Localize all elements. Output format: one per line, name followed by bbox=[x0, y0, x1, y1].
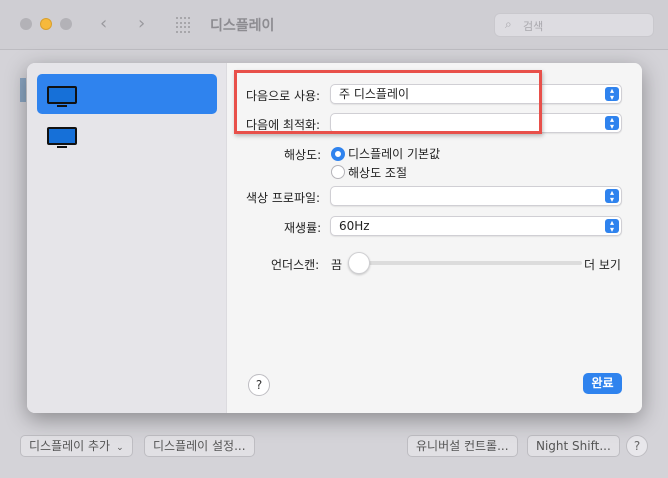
color-profile-label: 색상 프로파일: bbox=[246, 191, 321, 205]
grid-icon[interactable] bbox=[176, 17, 192, 33]
sheet-help-button[interactable]: ? bbox=[248, 374, 270, 396]
search-field[interactable]: ⌕ 검색 bbox=[494, 13, 654, 37]
radio-default-resolution-label: 디스플레이 기본값 bbox=[348, 147, 441, 161]
use-as-value: 주 디스플레이 bbox=[339, 87, 410, 101]
display-list-item[interactable] bbox=[37, 115, 217, 155]
minimize-window-button[interactable] bbox=[40, 18, 52, 30]
done-button[interactable]: 완료 bbox=[583, 373, 622, 394]
add-display-button[interactable]: 디스플레이 추가 ⌄ bbox=[20, 435, 133, 457]
window-title: 디스플레이 bbox=[210, 18, 275, 34]
underscan-slider-thumb[interactable] bbox=[348, 252, 370, 274]
radio-default-resolution[interactable] bbox=[331, 147, 345, 161]
chevron-right-icon[interactable]: › bbox=[138, 13, 145, 34]
chevron-left-icon[interactable]: ‹ bbox=[100, 13, 107, 34]
radio-scaled-resolution[interactable] bbox=[331, 165, 345, 179]
help-button[interactable]: ? bbox=[626, 435, 648, 457]
use-as-label: 다음으로 사용: bbox=[246, 89, 321, 103]
optimize-for-label: 다음에 최적화: bbox=[246, 118, 321, 132]
add-display-label: 디스플레이 추가 bbox=[29, 439, 111, 453]
underscan-slider-track[interactable] bbox=[357, 261, 582, 265]
monitor-icon bbox=[47, 127, 77, 148]
stepper-icon: ▴ ▾ bbox=[605, 87, 619, 102]
use-as-popup[interactable]: 주 디스플레이 ▴ ▾ bbox=[330, 84, 622, 104]
zoom-window-button[interactable] bbox=[60, 18, 72, 30]
underscan-min-label: 끔 bbox=[331, 258, 343, 272]
color-profile-popup[interactable]: ▴ ▾ bbox=[330, 186, 622, 206]
stepper-icon: ▴ ▾ bbox=[605, 189, 619, 204]
search-placeholder: 검색 bbox=[523, 20, 544, 33]
stepper-icon: ▴ ▾ bbox=[605, 219, 619, 234]
background-sidebar-selection bbox=[20, 78, 26, 102]
display-list-item-selected[interactable] bbox=[37, 74, 217, 114]
night-shift-button[interactable]: Night Shift... bbox=[527, 435, 620, 457]
underscan-label: 언더스캔: bbox=[271, 258, 320, 272]
refresh-rate-value: 60Hz bbox=[339, 219, 370, 233]
display-settings-sheet: 다음으로 사용: 주 디스플레이 ▴ ▾ 다음에 최적화: ▴ ▾ 해상도: 디스플… bbox=[27, 63, 642, 413]
search-icon: ⌕ bbox=[505, 17, 512, 31]
title-bar: ‹ › 디스플레이 ⌕ 검색 bbox=[0, 0, 668, 50]
underscan-max-label: 더 보기 bbox=[584, 258, 621, 272]
resolution-label: 해상도: bbox=[284, 148, 322, 162]
radio-scaled-resolution-label: 해상도 조절 bbox=[348, 166, 408, 180]
universal-control-button[interactable]: 유니버설 컨트롤... bbox=[407, 435, 518, 457]
display-list bbox=[27, 63, 227, 413]
refresh-rate-popup[interactable]: 60Hz ▴ ▾ bbox=[330, 216, 622, 236]
monitor-icon bbox=[47, 86, 77, 107]
stepper-icon: ▴ ▾ bbox=[605, 116, 619, 131]
optimize-for-popup[interactable]: ▴ ▾ bbox=[330, 113, 622, 133]
refresh-rate-label: 재생률: bbox=[284, 221, 322, 235]
display-settings-panel: 다음으로 사용: 주 디스플레이 ▴ ▾ 다음에 최적화: ▴ ▾ 해상도: 디스플… bbox=[227, 63, 642, 413]
chevron-down-icon: ⌄ bbox=[116, 443, 124, 453]
close-window-button[interactable] bbox=[20, 18, 32, 30]
display-settings-button[interactable]: 디스플레이 설정... bbox=[144, 435, 255, 457]
